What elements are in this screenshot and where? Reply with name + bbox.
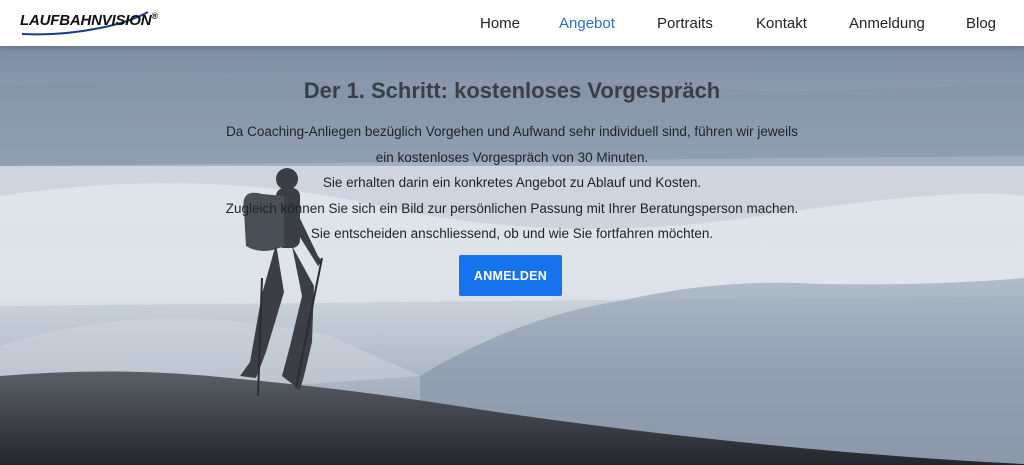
hero-text-line: Zugleich können Sie sich ein Bild zur pe… <box>225 200 799 216</box>
nav-item-kontakt[interactable]: Kontakt <box>756 15 812 32</box>
hero-title: Der 1. Schritt: kostenloses Vorgespräch <box>303 78 721 103</box>
nav-item-blog[interactable]: Blog <box>966 15 998 32</box>
hero-section: Der 1. Schritt: kostenloses Vorgespräch … <box>0 46 1024 465</box>
hero-text-line: Sie erhalten darin ein konkretes Angebot… <box>322 175 702 190</box>
logo-text: LAUFBAHNVISION® <box>20 11 158 29</box>
hero-description: Da Coaching-Anliegen bezüglich Vorgehen … <box>0 119 1024 247</box>
nav-item-anmeldung[interactable]: Anmeldung <box>849 15 927 32</box>
registered-mark: ® <box>151 11 158 21</box>
site-header: LAUFBAHNVISION® Home Angebot Portraits K… <box>0 0 1024 46</box>
hero-text-line: Da Coaching-Anliegen bezüglich Vorgehen … <box>226 124 798 139</box>
nav-item-home[interactable]: Home <box>480 15 520 32</box>
anmelden-button[interactable]: ANMELDEN <box>459 255 562 296</box>
logo[interactable]: LAUFBAHNVISION® <box>20 6 160 38</box>
nav-item-portraits[interactable]: Portraits <box>657 15 719 32</box>
nav-item-angebot[interactable]: Angebot <box>559 15 619 32</box>
hero-text-line: ein kostenloses Vorgespräch von 30 Minut… <box>375 149 649 165</box>
hero-text-line: Sie entscheiden anschliessend, ob und wi… <box>310 226 714 241</box>
